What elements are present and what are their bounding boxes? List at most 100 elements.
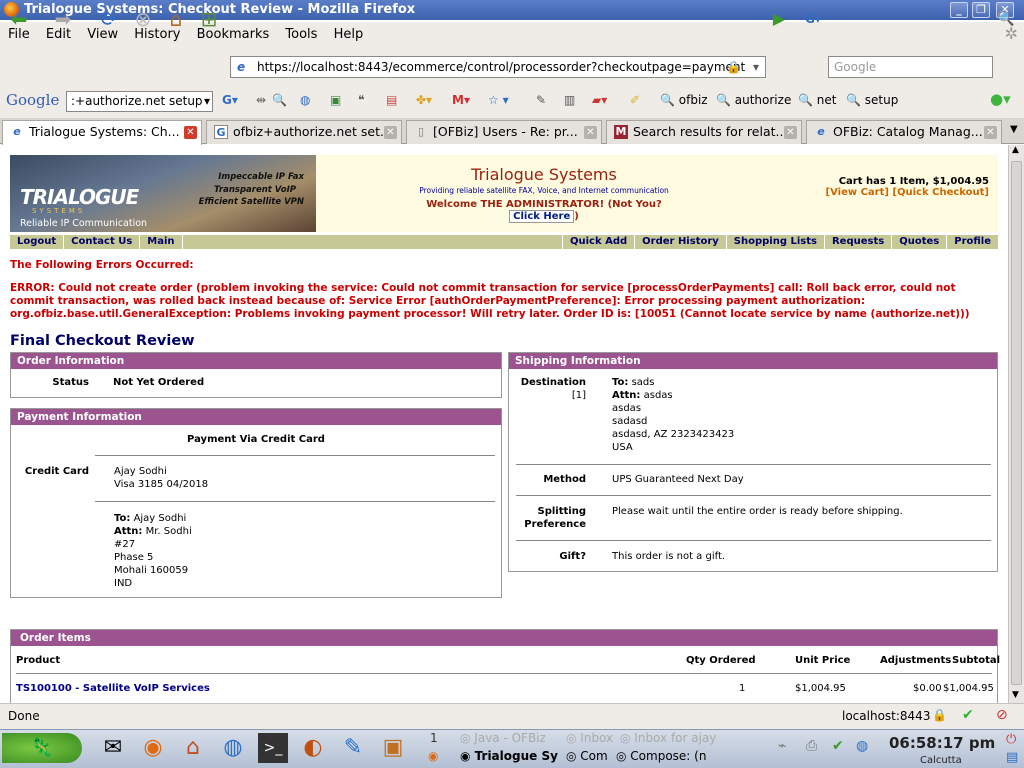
click-here-button[interactable]: Click Here — [509, 210, 575, 223]
nav-shopping-lists[interactable]: Shopping Lists — [725, 235, 824, 249]
network-status-icon[interactable]: ◍ — [856, 738, 868, 754]
close-tab-icon[interactable]: ✕ — [184, 126, 197, 139]
printer-icon[interactable]: ⎙ — [806, 738, 817, 754]
store-name: Trialogue Systems — [471, 165, 617, 184]
new-tab-icon[interactable]: ⊞ — [196, 8, 222, 30]
firefox-launcher-icon[interactable]: ◉ — [138, 733, 168, 763]
vertical-scrollbar[interactable]: ▲ ▼ — [1008, 145, 1024, 703]
menu-help[interactable]: Help — [326, 22, 368, 42]
home-icon[interactable]: ⌂ — [163, 8, 189, 30]
highlighter-icon[interactable]: ✐ — [630, 93, 640, 107]
status-circle-icon[interactable]: ●▾ — [990, 90, 1011, 108]
gift-value: This order is not a gift. — [612, 551, 726, 562]
cart-links[interactable]: [View Cart] [Quick Checkout] — [826, 187, 989, 198]
close-tab-icon[interactable]: ✕ — [584, 126, 597, 139]
store-logo[interactable]: Impeccable IP Fax Transparent VoIP Effic… — [10, 155, 316, 232]
nav-quick-add[interactable]: Quick Add — [561, 235, 634, 249]
terminal-icon[interactable]: >_ — [258, 733, 288, 763]
image-icon[interactable]: ▣ — [330, 93, 341, 107]
share-icon[interactable]: ▰▾ — [592, 93, 607, 107]
workspace-number[interactable]: 1 — [430, 731, 438, 745]
usb-icon[interactable]: ⌁ — [778, 738, 786, 754]
globe-icon[interactable]: ◍ — [300, 93, 310, 107]
tab-search-results[interactable]: M Search results for relat... ✕ — [606, 120, 802, 144]
go-icon[interactable]: ▶ — [766, 8, 792, 30]
no-entry-icon[interactable]: ⊘ — [996, 707, 1008, 723]
scroll-up-icon[interactable]: ▲ — [1012, 145, 1019, 155]
task-java[interactable]: ◎ Java - OFBiz — [460, 731, 546, 745]
lock-screen-icon[interactable]: ▤ — [1006, 750, 1018, 765]
google-search-icon[interactable]: G▾ — [222, 93, 238, 107]
tab-trialogue[interactable]: e Trialogue Systems: Ch... ✕ — [2, 120, 202, 145]
mail-icon[interactable]: ✉ — [98, 733, 128, 763]
scroll-thumb[interactable] — [1011, 161, 1022, 685]
url-dropdown-icon[interactable]: ▾ — [753, 57, 759, 77]
menu-tools[interactable]: Tools — [277, 22, 321, 42]
magnifier-icon[interactable]: 🔍 — [272, 93, 287, 107]
url-field[interactable]: e https://localhost:8443/ecommerce/contr… — [230, 56, 766, 78]
task-compose-2[interactable]: ◎ Compose: (n — [616, 749, 706, 763]
task-compose-1[interactable]: ◎ Com — [566, 749, 608, 763]
start-menu-icon[interactable]: 🦎 — [2, 733, 82, 763]
item-product-link[interactable]: TS100100 - Satellite VoIP Services — [16, 683, 210, 694]
search-input[interactable]: Google — [828, 56, 993, 78]
tab-catalog-manager[interactable]: e OFBiz: Catalog Manag... ✕ — [806, 120, 1002, 144]
nav-requests[interactable]: Requests — [823, 235, 891, 249]
task-inbox[interactable]: ◎ Inbox — [566, 731, 613, 745]
cart-summary: Cart has 1 Item, $1,004.95 [View Cart] [… — [826, 176, 989, 198]
item-qty: 1 — [739, 683, 746, 694]
chat-icon[interactable]: ❝ — [358, 93, 364, 107]
divider — [516, 464, 991, 465]
maximize-button[interactable]: ❐ — [972, 2, 990, 18]
news-icon[interactable]: ▤ — [386, 93, 397, 107]
scroll-down-icon[interactable]: ▼ — [1012, 690, 1019, 700]
wrench-icon[interactable]: ✎ — [536, 93, 546, 107]
close-tab-icon[interactable]: ✕ — [784, 126, 797, 139]
google-query-select[interactable]: :+authorize.net setup ▾ — [66, 91, 213, 112]
task-firefox-icon[interactable]: ◉ — [428, 749, 438, 763]
checkmark-icon[interactable]: ✔ — [962, 707, 974, 723]
google-link-setup[interactable]: 🔍 setup — [846, 93, 898, 107]
nav-quotes[interactable]: Quotes — [891, 235, 946, 249]
reload-icon[interactable]: ⟳ — [96, 8, 122, 30]
error-message: ERROR: Could not create order (problem i… — [10, 282, 970, 320]
close-tab-icon[interactable]: ✕ — [984, 126, 997, 139]
thunderbird-icon[interactable]: ◐ — [298, 733, 328, 763]
google-link-ofbiz[interactable]: 🔍 ofbiz — [660, 93, 708, 107]
divider — [516, 495, 991, 496]
divider — [16, 673, 992, 674]
folder-icon[interactable]: ▣ — [378, 733, 408, 763]
nav-logout[interactable]: Logout — [10, 235, 65, 249]
gmail-icon[interactable]: M▾ — [452, 93, 470, 107]
tab-ofbiz-users[interactable]: ▯ [OFBiz] Users - Re: pr... ✕ — [406, 120, 602, 144]
update-icon[interactable]: ✔ — [832, 738, 844, 754]
search-engine-icon[interactable]: G▾ — [800, 8, 826, 30]
splitting-label: Splitting — [537, 506, 586, 517]
nav-main[interactable]: Main — [140, 235, 183, 249]
editor-icon[interactable]: ✎ — [338, 733, 368, 763]
document-icon[interactable]: ▥ — [564, 93, 575, 107]
nav-profile[interactable]: Profile — [946, 235, 998, 249]
tab-ofbiz-authorize[interactable]: G ofbiz+authorize.net set... ✕ — [206, 120, 402, 144]
clock-time[interactable]: 06:58:17 pm — [889, 734, 995, 752]
divider — [95, 501, 495, 502]
task-trialogue[interactable]: ◉ Trialogue Sy — [460, 749, 558, 763]
google-link-net[interactable]: 🔍 net — [798, 93, 836, 107]
power-icon[interactable]: ⏻ — [1006, 732, 1016, 747]
home-folder-icon[interactable]: ⌂ — [178, 733, 208, 763]
back-arrow-icon[interactable]: ⬅ — [6, 8, 32, 30]
star-icon[interactable]: ☆ ▾ — [488, 93, 509, 107]
close-tab-icon[interactable]: ✕ — [384, 126, 397, 139]
google-link-authorize[interactable]: 🔍 authorize — [716, 93, 791, 107]
forward-arrow-icon[interactable]: ➡ — [50, 8, 76, 30]
network-icon[interactable]: ◍ — [218, 733, 248, 763]
task-inbox-ajay[interactable]: ◎ Inbox for ajay — [620, 731, 716, 745]
tab-list-icon[interactable]: ▼ — [1010, 124, 1018, 135]
puzzle-icon[interactable]: ✤▾ — [416, 93, 432, 107]
logo-quote-fax: Impeccable IP Fax — [218, 172, 304, 182]
nav-contact-us[interactable]: Contact Us — [64, 235, 141, 249]
nav-order-history[interactable]: Order History — [634, 235, 726, 249]
minimize-button[interactable]: _ — [950, 2, 968, 18]
stop-icon[interactable]: ⊗ — [130, 8, 156, 30]
search-icon[interactable]: 🔍 — [993, 8, 1019, 30]
